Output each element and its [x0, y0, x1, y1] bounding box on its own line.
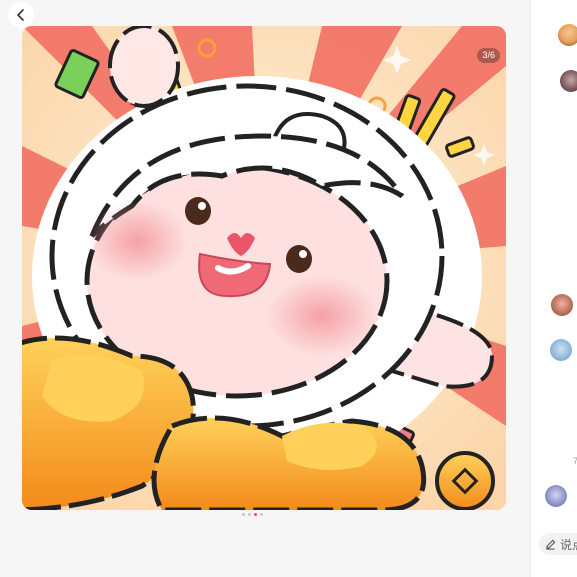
- carousel-dot[interactable]: [260, 513, 263, 516]
- comment-sidebar: 7 说点: [530, 0, 577, 577]
- back-button[interactable]: [8, 2, 34, 28]
- comment-input[interactable]: 说点: [539, 533, 577, 555]
- avatar[interactable]: [551, 294, 573, 316]
- comment-placeholder: 说点: [560, 537, 577, 552]
- avatar[interactable]: [560, 70, 577, 92]
- pencil-icon: [546, 539, 556, 550]
- avatar[interactable]: [545, 485, 567, 507]
- meta-number: 7: [573, 456, 577, 466]
- carousel-dot[interactable]: [248, 513, 251, 516]
- carousel-dot-active[interactable]: [254, 513, 257, 516]
- carousel-dot[interactable]: [242, 513, 245, 516]
- avatar[interactable]: [558, 24, 577, 46]
- page-counter: 3/6: [477, 48, 500, 63]
- image-viewer: 3/6: [0, 0, 530, 577]
- avatar[interactable]: [550, 339, 572, 361]
- lamb-illustration: [22, 26, 506, 510]
- carousel-dots: [242, 513, 263, 516]
- sticker-image[interactable]: 3/6: [22, 26, 506, 510]
- chevron-left-icon: [17, 9, 24, 21]
